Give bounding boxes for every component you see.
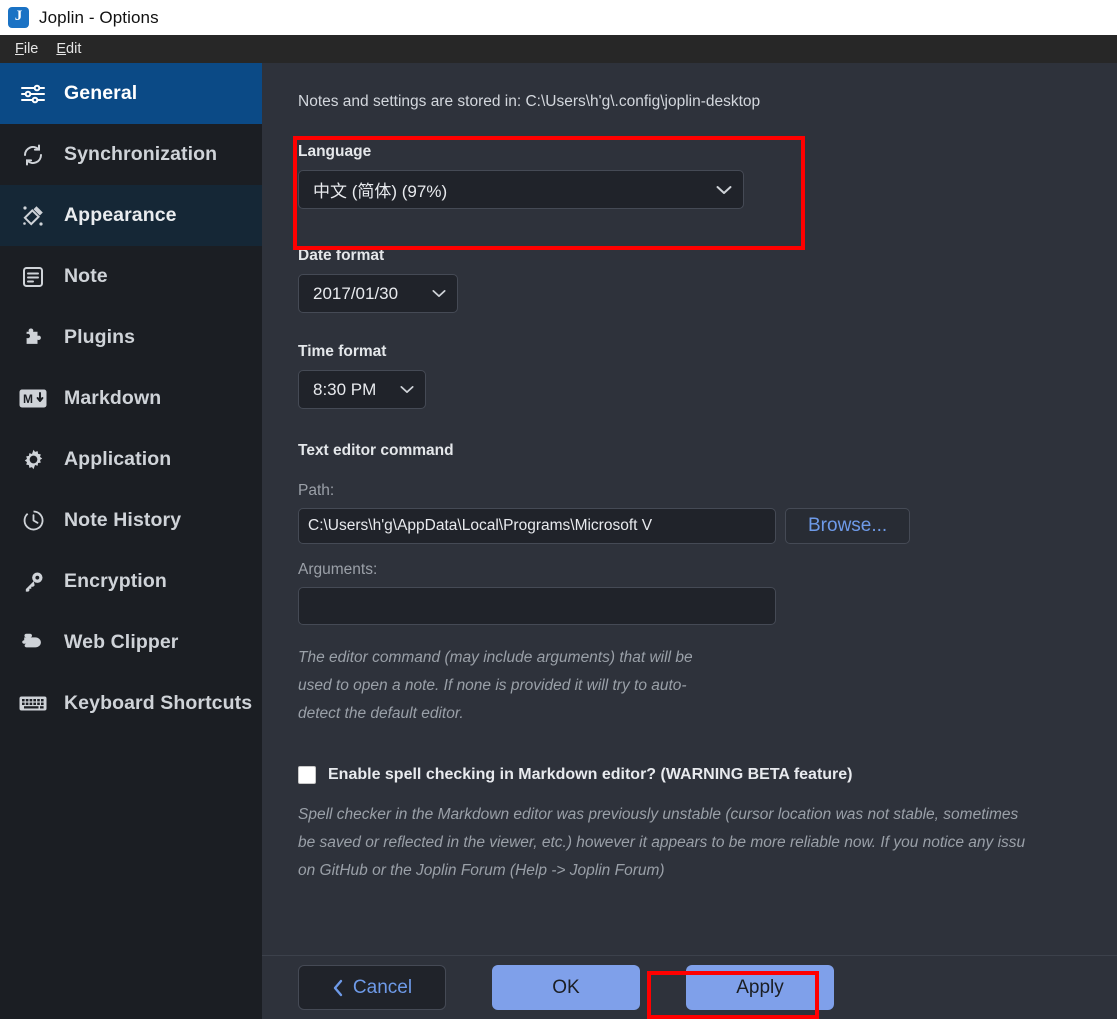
menu-bar: File Edit [0,35,1117,63]
menu-edit[interactable]: Edit [47,38,90,60]
clock-icon [18,508,48,534]
text-editor-command-label: Text editor command [298,442,454,459]
time-format-select[interactable]: 8:30 PM [298,370,426,409]
cancel-button[interactable]: Cancel [298,965,446,1010]
puzzle-icon [18,325,48,351]
paintbrush-icon [18,203,48,229]
sidebar-item-label: Note History [64,509,182,531]
menu-file[interactable]: File [6,38,47,60]
sidebar-item-label: Keyboard Shortcuts [64,692,253,714]
joplin-logo-icon: J [8,7,29,28]
text-editor-help-text: The editor command (may include argument… [298,644,1117,728]
sidebar-item-label: Appearance [64,204,177,226]
time-format-setting-group: Time format 8:30 PM [298,343,1117,409]
sidebar-item-label: Encryption [64,570,167,592]
apply-button[interactable]: Apply [686,965,834,1010]
chevron-down-icon [418,289,446,298]
sidebar-item-label: Markdown [64,387,162,409]
menu-file-rest: ile [23,41,39,57]
time-format-label: Time format [298,343,387,360]
sidebar-item-web-clipper[interactable]: Web Clipper [0,612,262,673]
window-title: Joplin - Options [39,7,159,27]
sidebar-item-label: General [64,82,138,104]
date-format-select[interactable]: 2017/01/30 [298,274,458,313]
browse-button[interactable]: Browse... [785,508,911,544]
help-line: be saved or reflected in the viewer, etc… [298,834,1026,851]
text-editor-command-group: Text editor command Path: C:\Users\h'g\A… [298,442,1117,728]
options-content-panel: Notes and settings are stored in: C:\Use… [262,63,1117,955]
language-label: Language [298,143,372,160]
text-editor-arguments-input[interactable] [298,587,776,625]
path-row: C:\Users\h'g\AppData\Local\Programs\Micr… [298,508,1117,544]
sidebar-item-encryption[interactable]: Encryption [0,551,262,612]
help-line: used to open a note. If none is provided… [298,677,687,694]
spell-check-label: Enable spell checking in Markdown editor… [328,766,853,783]
key-icon [18,569,48,595]
window-title-bar: J Joplin - Options [0,0,1117,35]
cancel-button-label: Cancel [352,976,413,998]
dialog-footer: Cancel OK Apply [262,955,1117,1019]
menu-edit-rest: dit [66,41,82,57]
markdown-icon: M [18,386,48,412]
time-format-select-value: 8:30 PM [313,379,377,399]
menu-file-mnemonic: F [15,41,24,57]
help-line: detect the default editor. [298,705,464,722]
sidebar-item-keyboard-shortcuts[interactable]: Keyboard Shortcuts [0,673,262,734]
chevron-down-icon [702,185,732,195]
spell-check-checkbox[interactable] [298,766,316,784]
note-icon [18,264,48,290]
sidebar-item-note[interactable]: Note [0,246,262,307]
language-setting-group: Language 中文 (简体) (97%) [298,143,1117,209]
date-format-setting-group: Date format 2017/01/30 [298,247,1117,313]
sliders-icon [18,81,48,107]
date-format-label: Date format [298,247,385,264]
gear-icon [18,447,48,473]
sidebar-item-label: Synchronization [64,143,218,165]
help-line: Spell checker in the Markdown editor was… [298,806,1019,823]
sidebar-item-label: Note [64,265,108,287]
sidebar-item-label: Web Clipper [64,631,179,653]
arguments-label: Arguments: [298,561,378,578]
path-label: Path: [298,482,335,499]
menu-edit-mnemonic: E [56,41,67,57]
sidebar-item-plugins[interactable]: Plugins [0,307,262,368]
sidebar-item-note-history[interactable]: Note History [0,490,262,551]
text-editor-path-input[interactable]: C:\Users\h'g\AppData\Local\Programs\Micr… [298,508,776,544]
sidebar-item-synchronization[interactable]: Synchronization [0,124,262,185]
sidebar-item-label: Plugins [64,326,136,348]
joplin-logo-letter: J [14,8,23,24]
language-select-value: 中文 (简体) (97%) [313,182,448,201]
options-sidebar: General Synchronization Appearance Note … [0,63,262,1019]
date-format-select-value: 2017/01/30 [313,283,399,303]
help-line: The editor command (may include argument… [298,649,693,666]
sidebar-item-application[interactable]: Application [0,429,262,490]
spell-check-row[interactable]: Enable spell checking in Markdown editor… [298,766,1117,784]
spell-check-group: Enable spell checking in Markdown editor… [298,766,1117,885]
storage-location-notice: Notes and settings are stored in: C:\Use… [298,93,761,110]
sidebar-item-label: Application [64,448,172,470]
svg-text:M: M [23,392,33,406]
language-select[interactable]: 中文 (简体) (97%) [298,170,744,209]
help-line: on GitHub or the Joplin Forum (Help -> J… [298,862,665,879]
sidebar-item-appearance[interactable]: Appearance [0,185,262,246]
ok-button[interactable]: OK [492,965,640,1010]
keyboard-icon [18,691,48,717]
hand-clip-icon [18,630,48,656]
sidebar-item-general[interactable]: General [0,63,262,124]
sidebar-item-markdown[interactable]: M Markdown [0,368,262,429]
spell-check-help-text: Spell checker in the Markdown editor was… [298,801,1117,885]
sync-icon [18,142,48,168]
chevron-down-icon [386,385,414,394]
chevron-left-icon [332,979,344,997]
